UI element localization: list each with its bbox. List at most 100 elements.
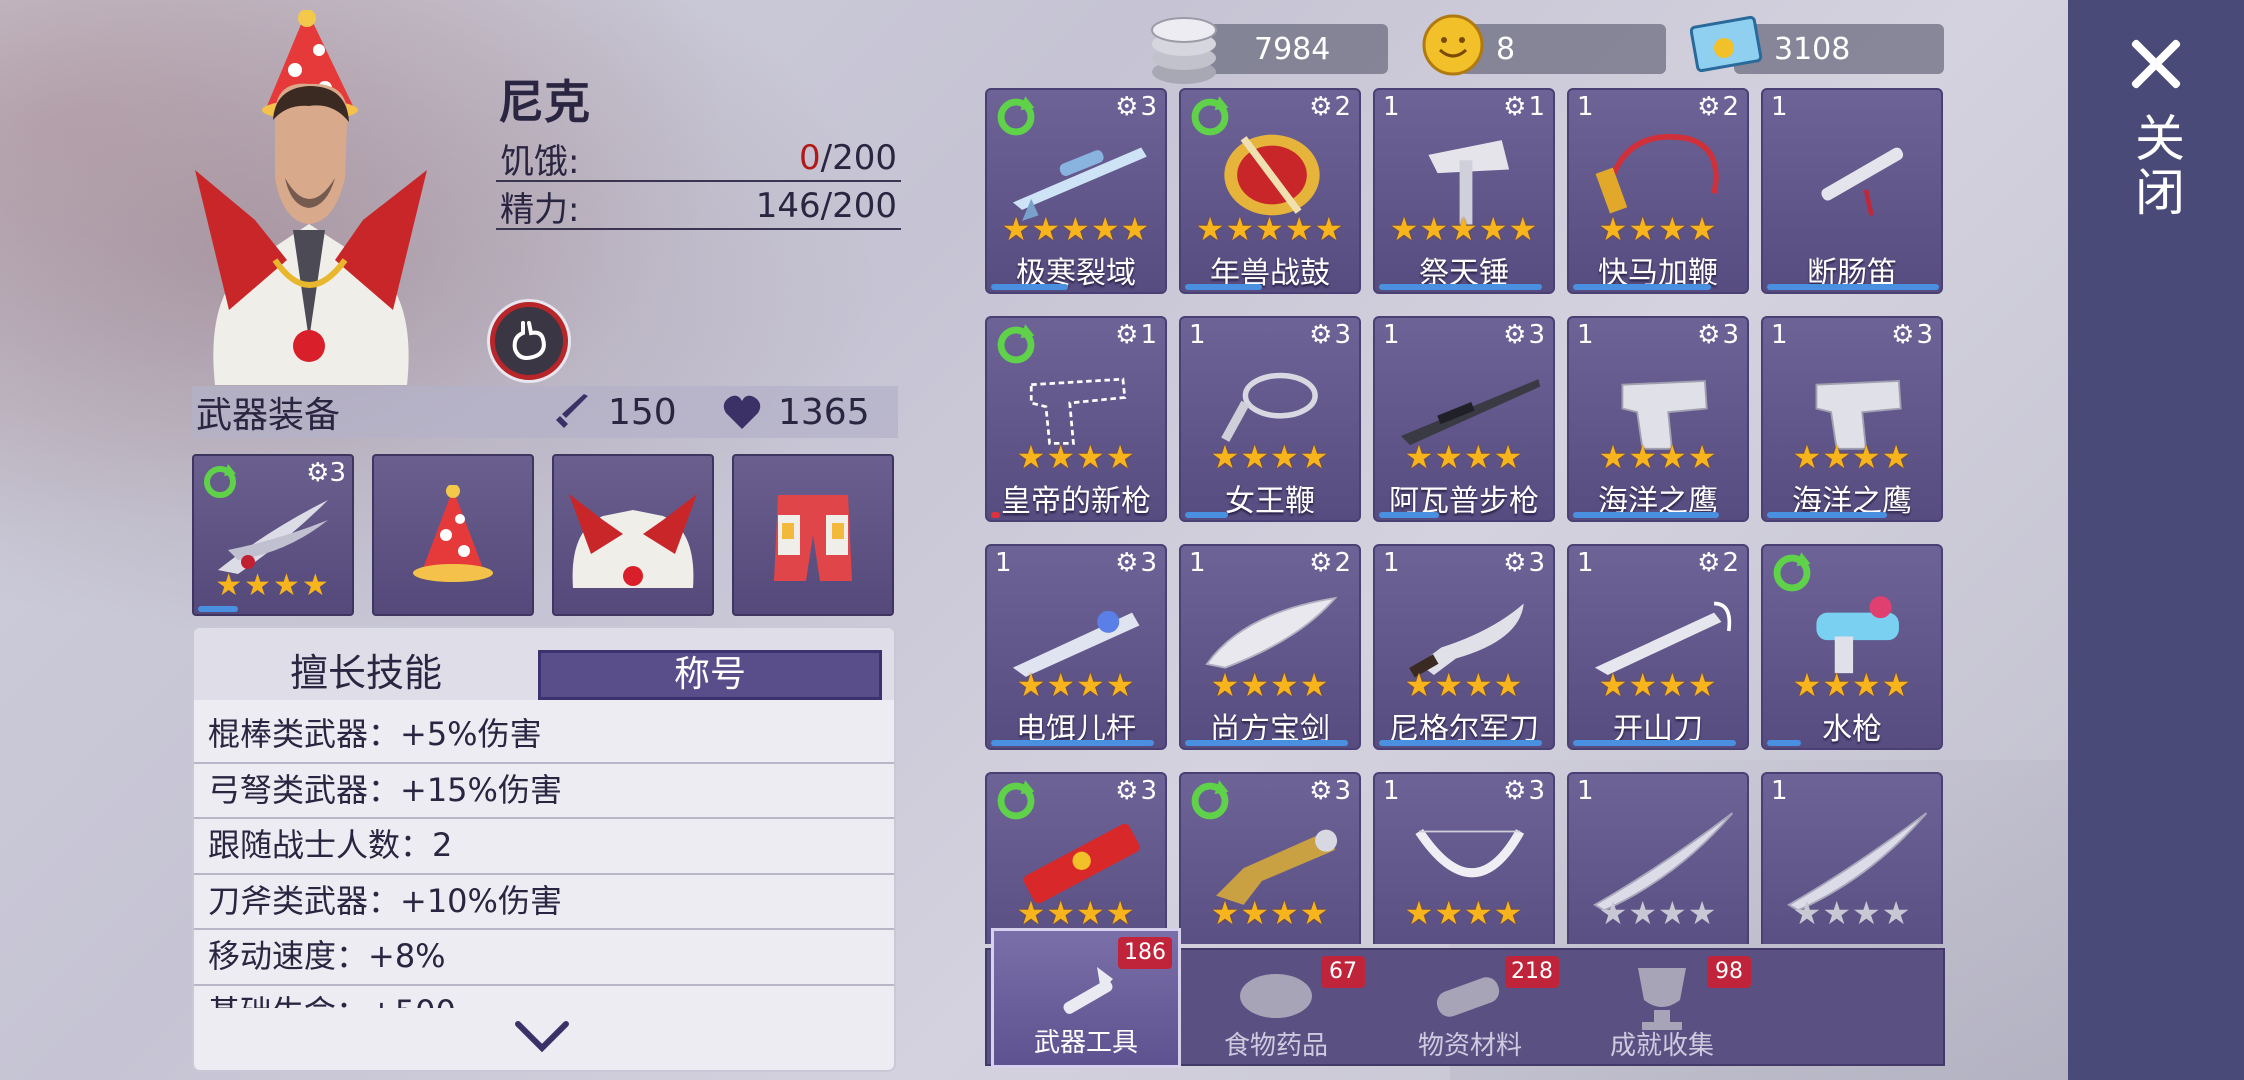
gear-level: ⚙ 2 <box>1309 92 1351 122</box>
item-count: 1 <box>1771 92 1788 122</box>
inventory-item[interactable]: 1 ★★★★ <box>1761 772 1943 944</box>
star-icon: ★ <box>1434 894 1464 932</box>
sword-icon <box>556 394 588 428</box>
inventory-item[interactable]: 1 ★★★★ <box>1567 772 1749 944</box>
star-icon: ★ <box>1478 210 1509 248</box>
inventory-item[interactable]: 1 ⚙ 3 ★★★★ 女王鞭 <box>1179 316 1361 522</box>
tab-skills[interactable]: 擅长技能 <box>290 642 442 697</box>
equip-slot-coat[interactable] <box>552 454 714 616</box>
log-icon <box>1436 977 1500 1017</box>
star-icon: ★ <box>1792 666 1823 704</box>
item-stars: ★★★★ <box>1763 440 1941 474</box>
equip-slot-weapon[interactable]: ⚙3 ★★★★ <box>192 454 354 616</box>
smiley-coin-icon <box>1422 14 1484 76</box>
item-stars: ★★★★ <box>1569 212 1747 246</box>
star-icon: ★ <box>1105 438 1136 476</box>
star-icon: ★ <box>1031 210 1062 248</box>
star-icon: ★ <box>1687 666 1718 704</box>
gear-level: ⚙ 2 <box>1697 92 1739 122</box>
inventory-item[interactable]: 1 ⚙ 2 ★★★★ 尚方宝剑 <box>1179 544 1361 750</box>
item-stars: ★★★★ <box>987 896 1165 930</box>
inventory-item[interactable]: 1 ⚙ 3 ★★★★ 阿瓦普步枪 <box>1373 316 1555 522</box>
star-icon: ★ <box>1792 894 1823 932</box>
star-icon: ★ <box>1105 894 1136 932</box>
inventory-item[interactable]: 1 ⚙ 2 ★★★★ 快马加鞭 <box>1567 88 1749 294</box>
item-count: 1 <box>1189 548 1206 578</box>
category-tab[interactable]: 218 物资材料 <box>1375 950 1565 1068</box>
gear-level: ⚙ 1 <box>1503 92 1545 122</box>
star-icon: ★ <box>1449 210 1479 248</box>
inventory-item[interactable]: ⚙ 3 ★★★★ <box>985 772 1167 944</box>
hunger-value: 0/200 <box>799 138 897 178</box>
list-item: 棍棒类武器：+5%伤害 <box>194 708 894 764</box>
gear-level: ⚙ 3 <box>1697 320 1739 350</box>
item-count: 1 <box>1577 548 1594 578</box>
star-icon: ★ <box>1792 438 1823 476</box>
weapon-stars: ★★★★ <box>215 568 331 603</box>
star-icon: ★ <box>1105 666 1136 704</box>
star-icon: ★ <box>1852 894 1882 932</box>
star-icon: ★ <box>1881 666 1912 704</box>
ticket-amount: 3108 <box>1774 31 1851 67</box>
category-label: 成就收集 <box>1609 1031 1714 1061</box>
inventory-item[interactable]: ⚙ 2 ★★★★★ 年兽战鼓 <box>1179 88 1361 294</box>
star-icon: ★ <box>1881 438 1912 476</box>
inventory-item[interactable]: 1 ⚙ 1 ★★★★★ 祭天锤 <box>1373 88 1555 294</box>
star-icon: ★ <box>1240 438 1270 476</box>
skill-list[interactable]: 棍棒类武器：+5%伤害 弓弩类武器：+15%伤害 跟随战士人数：2 刀斧类武器：… <box>194 708 894 1008</box>
close-icon[interactable] <box>2126 34 2186 94</box>
inventory-item[interactable]: ⚙ 1 ★★★★ 皇帝的新枪 <box>985 316 1167 522</box>
inventory-item[interactable]: ⚙ 3 ★★★★ <box>1179 772 1361 944</box>
star-icon: ★ <box>1016 438 1047 476</box>
equip-slot-hat[interactable] <box>372 454 534 616</box>
item-stars: ★★★★ <box>987 440 1165 474</box>
item-stars: ★★★★ <box>1181 440 1359 474</box>
chevron-down-icon[interactable] <box>512 1016 572 1056</box>
count-badge: 67 <box>1321 956 1365 988</box>
item-stars: ★★★★ <box>1569 896 1747 930</box>
category-tab[interactable]: 67 食物药品 <box>1181 950 1371 1068</box>
gear-icon: ⚙ <box>1309 776 1333 806</box>
list-item: 移动速度：+8% <box>194 930 894 986</box>
item-stars: ★★★★ <box>1569 440 1747 474</box>
heart-icon <box>723 395 761 429</box>
gear-level: ⚙ 3 <box>1115 776 1157 806</box>
inventory-item[interactable]: 1 ⚙ 3 ★★★★ 海洋之鹰 <box>1567 316 1749 522</box>
close-panel[interactable]: 关闭 <box>2068 0 2244 1080</box>
gear-level: ⚙ 2 <box>1309 548 1351 578</box>
stomach-icon <box>512 321 546 360</box>
inventory-item[interactable]: ⚙ 3 ★★★★★ 极寒裂域 <box>985 88 1167 294</box>
dual-blade-icon <box>218 500 328 574</box>
inventory-item[interactable]: 1 断肠笛 <box>1761 88 1943 294</box>
star-icon: ★ <box>1658 666 1688 704</box>
attack-value: 150 <box>608 391 677 433</box>
item-count: 1 <box>1383 776 1400 806</box>
star-icon: ★ <box>1493 894 1524 932</box>
inventory-item[interactable]: ★★★★ 水枪 <box>1761 544 1943 750</box>
star-icon: ★ <box>1419 210 1450 248</box>
tab-titles[interactable]: 称号 <box>538 650 882 700</box>
gear-level: ⚙ 3 <box>1309 320 1351 350</box>
item-count: 1 <box>1771 776 1788 806</box>
star-icon: ★ <box>1687 894 1718 932</box>
inventory-item[interactable]: 1 ⚙ 3 ★★★★ <box>1373 772 1555 944</box>
equip-slot-pants[interactable] <box>732 454 894 616</box>
category-tab[interactable]: 98 成就收集 <box>1567 950 1757 1068</box>
category-tab[interactable]: 186 武器工具 <box>991 928 1181 1068</box>
stomach-status-button[interactable] <box>490 302 568 380</box>
star-icon: ★ <box>1001 210 1032 248</box>
inventory-item[interactable]: 1 ⚙ 3 ★★★★ 海洋之鹰 <box>1761 316 1943 522</box>
star-icon: ★ <box>1687 438 1718 476</box>
star-icon: ★ <box>1046 438 1076 476</box>
star-icon: ★ <box>1299 666 1330 704</box>
inventory-item[interactable]: 1 ⚙ 3 ★★★★ 电饵儿杆 <box>985 544 1167 750</box>
durability-bar <box>1379 512 1439 518</box>
star-icon: ★ <box>1881 894 1912 932</box>
inventory-item[interactable]: 1 ⚙ 3 ★★★★ 尼格尔军刀 <box>1373 544 1555 750</box>
durability-bar <box>1767 740 1801 746</box>
star-icon: ★ <box>1434 438 1464 476</box>
inventory-grid[interactable]: ⚙ 3 ★★★★★ 极寒裂域 ⚙ 2 ★★★★★ 年兽战鼓 1 ⚙ 1 ★★★★★ 祭天锤 1 ⚙ 2 ★★★★… <box>985 88 1945 944</box>
attack-stat: 150 <box>552 392 677 433</box>
clown-pants-icon <box>774 495 852 581</box>
inventory-item[interactable]: 1 ⚙ 2 ★★★★ 开山刀 <box>1567 544 1749 750</box>
